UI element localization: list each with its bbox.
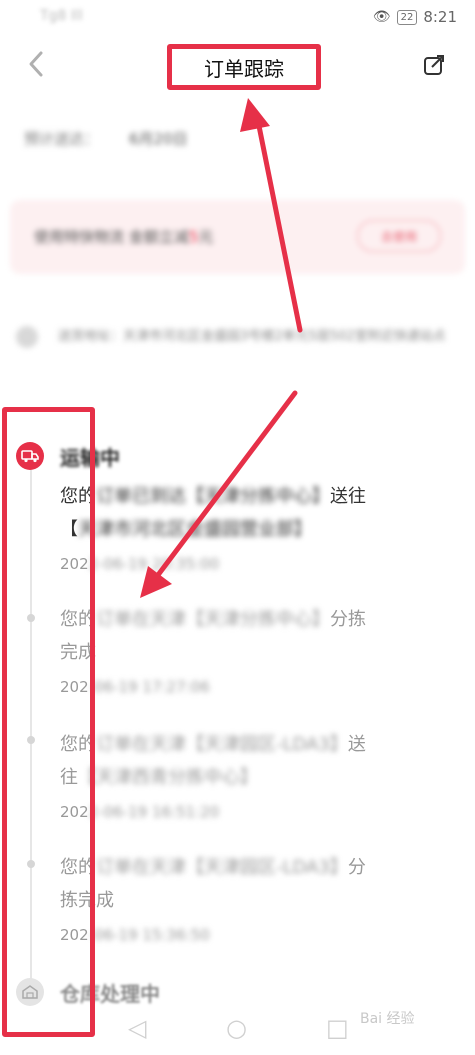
- timeline-entry-text: 您的订单已到达【天津分拣中心】送往 【天津市河北区金盛园营业部】: [60, 480, 445, 546]
- entry-text-end: 送: [347, 734, 366, 755]
- share-icon: [424, 55, 444, 75]
- page-title-highlight: 订单跟踪: [167, 44, 321, 90]
- entry-text-line2-blurred: 天津市河北区金盛园营业部】: [78, 519, 312, 540]
- timeline-entry-text: 您的订单在天津【天津园区-LDA3】分 拣完成: [60, 851, 445, 917]
- nav-back-icon[interactable]: ◁: [128, 1014, 146, 1042]
- entry-time-blurred: 2-06-19 20:35:00: [88, 555, 220, 573]
- watermark: Bai 经验: [360, 1011, 415, 1027]
- clock: 8:21: [423, 8, 457, 26]
- address-text: 送货地址：天津市河北区金盛园3号楼2单元5层502室附近快递站点: [58, 329, 446, 344]
- entry-text-end: 分拣: [330, 609, 366, 630]
- promo-text-prefix: 使用特快物流 金额立减: [34, 228, 189, 246]
- eta-value: 6月20日: [129, 130, 188, 148]
- timeline-entry-text: 您的订单在天津【天津园区-LDA3】送 往【天津西青分拣中心】: [60, 728, 445, 794]
- entry-text-blurred: 订单在天津【天津园区-LDA3】: [96, 857, 348, 878]
- promo-text-suffix: 元: [198, 228, 214, 246]
- share-button[interactable]: [423, 54, 444, 75]
- chevron-left-icon: [29, 51, 43, 77]
- status-bar: Tg8 Ill 👁 22 8:21: [0, 0, 475, 36]
- eye-icon: 👁: [372, 9, 391, 25]
- entry-text-blurred: 订单在天津【天津园区-LDA3】: [96, 734, 348, 755]
- promo-button[interactable]: 去使用: [357, 220, 441, 252]
- eta-label: 预计送达：: [24, 130, 100, 148]
- location-pin-icon: [16, 326, 38, 348]
- battery-indicator: 22: [396, 9, 418, 25]
- entry-text-blurred: 订单已到达【天津分拣中心】: [96, 486, 330, 507]
- arrow-up-head-icon: [240, 98, 270, 132]
- nav-home-icon[interactable]: ○: [226, 1014, 247, 1042]
- entry-time-blurred: -06-19 17:27:06: [88, 678, 210, 696]
- page-title: 订单跟踪: [204, 56, 284, 81]
- entry-text-end: 送往: [330, 486, 366, 507]
- nav-bar: 订单跟踪: [0, 36, 475, 96]
- promo-text: 使用特快物流 金额立减5元: [34, 226, 213, 247]
- promo-text-highlight: 5: [188, 228, 199, 246]
- entry-time-blurred: 2-06-19 16:51:20: [88, 803, 220, 821]
- eta-row: 预计送达： 6月20日: [24, 128, 188, 149]
- carrier-signal: Tg8 Ill: [40, 8, 83, 24]
- back-button[interactable]: [28, 50, 44, 84]
- timeline-entry-text: 您的订单在天津【天津分拣中心】分拣 完成: [60, 603, 445, 669]
- entry-text-blurred: 订单在天津【天津分拣中心】: [96, 609, 330, 630]
- entry-text-line2-blurred: 【天津西青分拣中心】: [78, 767, 258, 788]
- nav-recent-icon[interactable]: □: [326, 1014, 349, 1042]
- entry-time-blurred: -06-19 15:36:50: [88, 926, 210, 944]
- promo-banner[interactable]: 使用特快物流 金额立减5元 去使用: [10, 200, 465, 274]
- annotation-highlight-box: [2, 407, 95, 1037]
- status-right-group: 👁 22 8:21: [373, 8, 457, 26]
- entry-text-end: 分: [347, 857, 366, 878]
